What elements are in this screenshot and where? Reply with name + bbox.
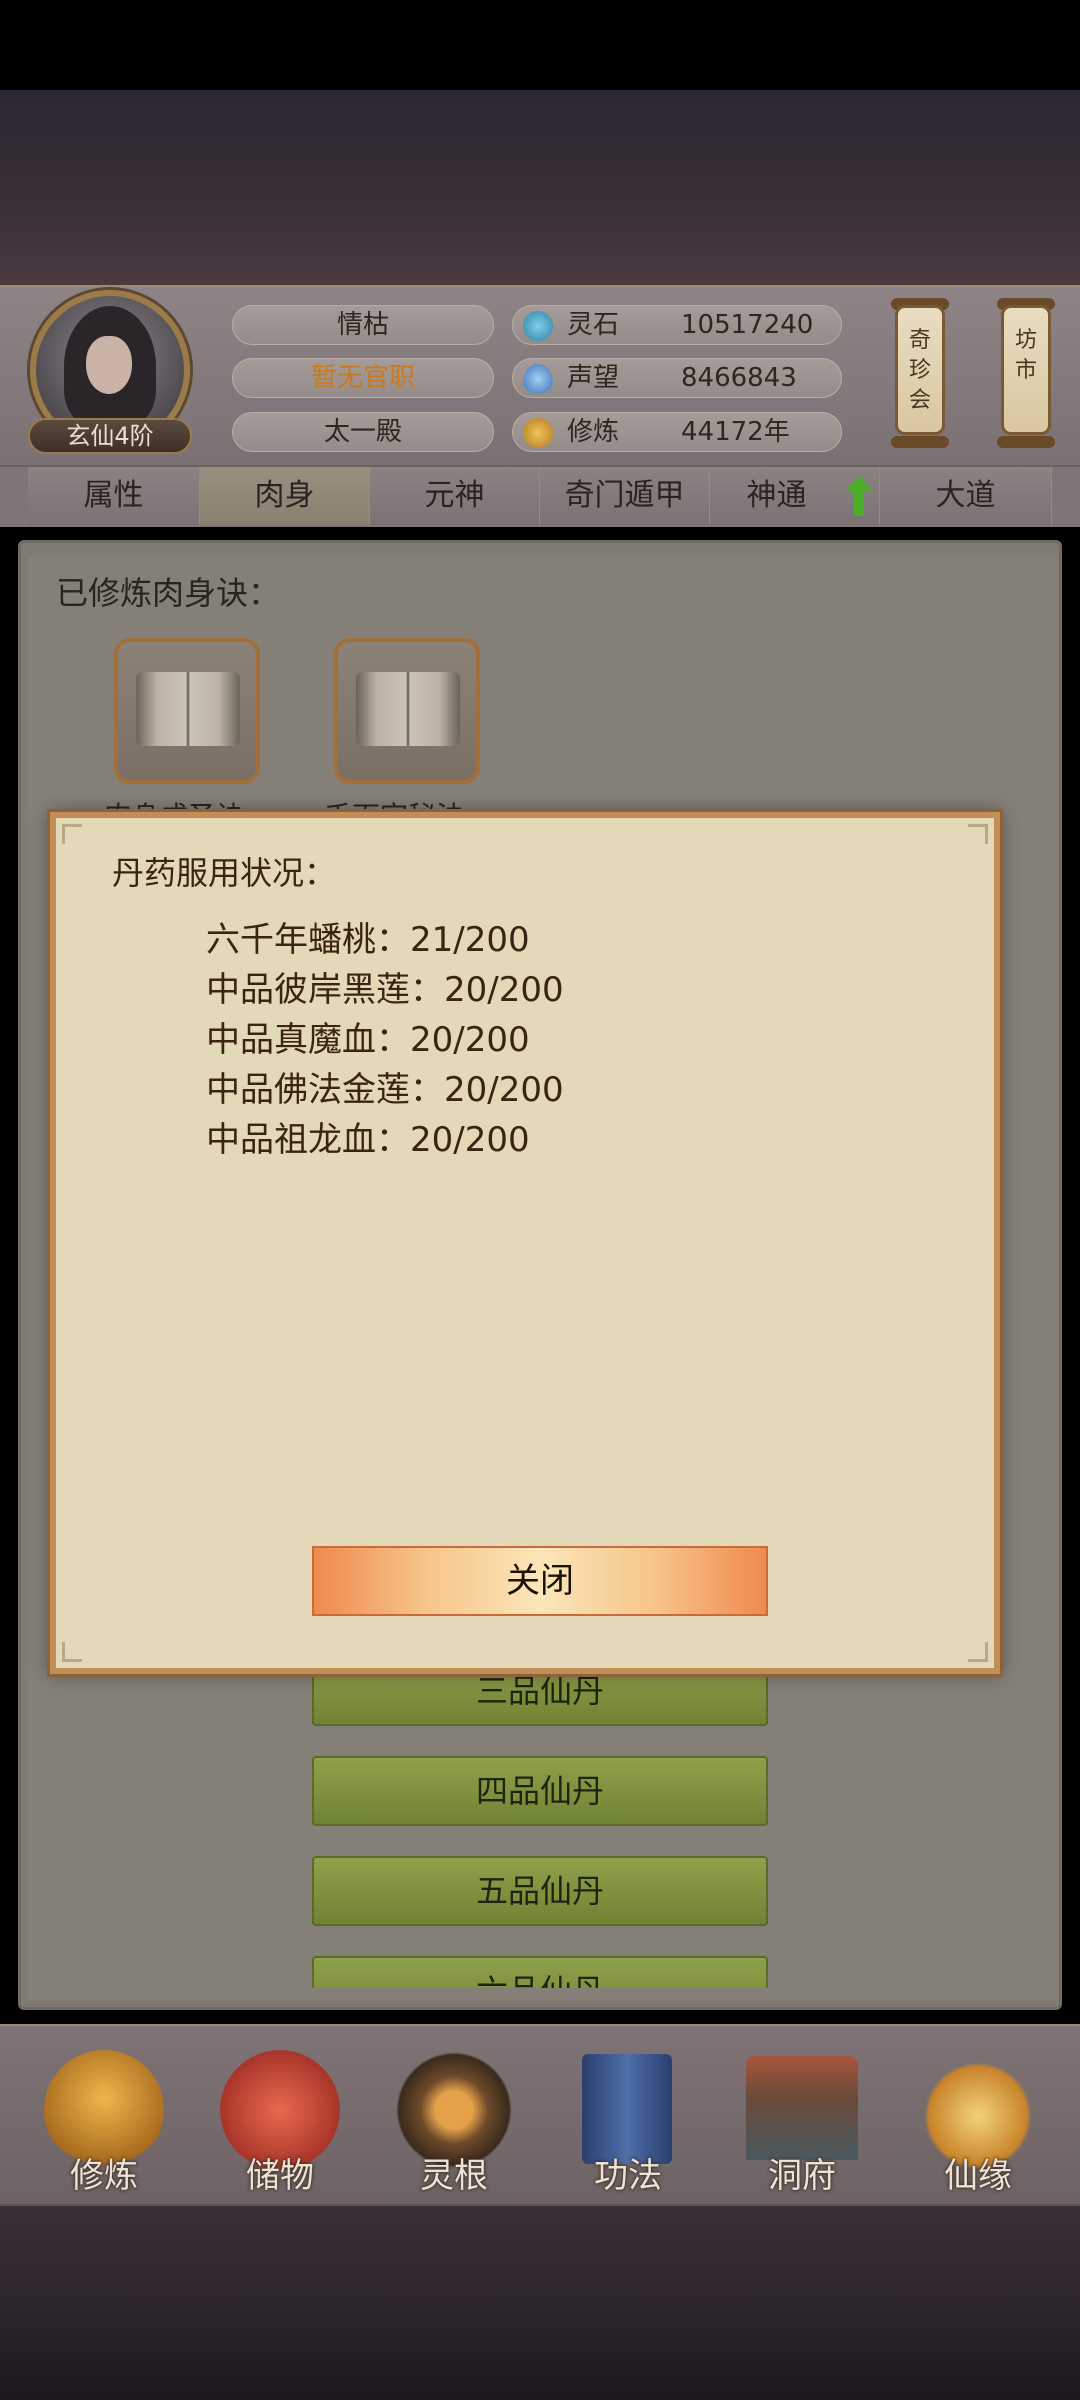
treasure-meeting-label: 奇珍会 (909, 328, 932, 413)
nav-label: 修炼 (70, 2156, 138, 2196)
player-name: 情枯 (232, 305, 494, 345)
nav-label: 储物 (246, 2156, 314, 2196)
tab-body[interactable]: 肉身 (200, 467, 370, 525)
resource-value: 10517240 (681, 310, 814, 340)
market-button[interactable]: 坊市 (1001, 305, 1051, 435)
avatar-face (86, 336, 132, 394)
nav-cave[interactable]: 洞府 (722, 2040, 882, 2200)
pill-status-line: 中品彼岸黑莲：20/200 (206, 970, 564, 1010)
nav-skills[interactable]: 功法 (548, 2040, 708, 2200)
book-icon (136, 672, 240, 746)
nav-spirit-root[interactable]: 灵根 (374, 2040, 534, 2200)
scene-background-top (0, 90, 1080, 285)
book-icon (356, 672, 460, 746)
player-office: 暂无官职 (232, 358, 494, 398)
pill-status-line: 中品祖龙血：20/200 (206, 1120, 530, 1160)
treasure-meeting-button[interactable]: 奇珍会 (895, 305, 945, 435)
resource-label: 声望 (567, 363, 620, 393)
nav-fate[interactable]: 仙缘 (898, 2040, 1058, 2200)
pill-grade-4-button[interactable]: 四品仙丹 (312, 1756, 768, 1826)
pill-grade-5-button[interactable]: 五品仙丹 (312, 1856, 768, 1926)
corner-ornament (968, 824, 988, 844)
pill-status-line: 中品真魔血：20/200 (206, 1020, 530, 1060)
resource-value: 8466843 (681, 363, 797, 393)
tab-dao[interactable]: 大道 (880, 467, 1052, 525)
panel-title: 已修炼肉身诀： (56, 574, 281, 612)
nav-cultivate[interactable]: 修炼 (24, 2040, 184, 2200)
pill-grade-6-button[interactable]: 六品仙丹 (312, 1956, 768, 1988)
prestige-icon (523, 364, 553, 394)
corner-ornament (968, 1642, 988, 1662)
scroll-cap (891, 436, 949, 448)
nav-label: 灵根 (420, 2156, 488, 2196)
corner-ornament (62, 824, 82, 844)
tab-attributes[interactable]: 属性 (28, 467, 200, 525)
resource-prestige: 声望 8466843 (512, 358, 842, 398)
resource-label: 灵石 (567, 310, 620, 340)
resource-spirit-stone: 灵石 10517240 (512, 305, 842, 345)
body-technique-1[interactable] (114, 638, 260, 784)
upgrade-arrow-icon (845, 476, 873, 516)
pill-grade-6-clip: 六品仙丹 (312, 1956, 768, 1988)
status-bar-area (0, 0, 1080, 90)
scroll-cap (997, 436, 1055, 448)
resource-cultivation: 修炼 44172年 (512, 412, 842, 452)
close-button[interactable]: 关闭 (312, 1546, 768, 1616)
resource-label: 修炼 (567, 417, 620, 447)
nav-storage[interactable]: 储物 (200, 2040, 360, 2200)
body-technique-2[interactable] (334, 638, 480, 784)
player-sect: 太一殿 (232, 412, 494, 452)
cave-dwelling-icon (746, 2056, 858, 2160)
tab-bar: 属性 肉身 元神 奇门遁甲 神通 大道 (0, 467, 1080, 527)
scene-background-bottom (0, 2205, 1080, 2400)
tab-spirit[interactable]: 元神 (370, 467, 540, 525)
tab-qimen[interactable]: 奇门遁甲 (540, 467, 710, 525)
pill-status-line: 六千年蟠桃：21/200 (206, 920, 530, 960)
nav-label: 功法 (594, 2156, 662, 2196)
dialog-title: 丹药服用状况： (112, 854, 337, 892)
rank-badge: 玄仙4阶 (28, 418, 192, 454)
resource-value: 44172年 (681, 417, 790, 447)
spirit-stone-icon (523, 311, 553, 341)
pill-status-line: 中品佛法金莲：20/200 (206, 1070, 564, 1110)
cultivation-icon (523, 418, 553, 448)
nav-label: 洞府 (768, 2156, 836, 2196)
corner-ornament (62, 1642, 82, 1662)
market-label: 坊市 (1015, 328, 1038, 383)
nav-label: 仙缘 (944, 2156, 1012, 2196)
